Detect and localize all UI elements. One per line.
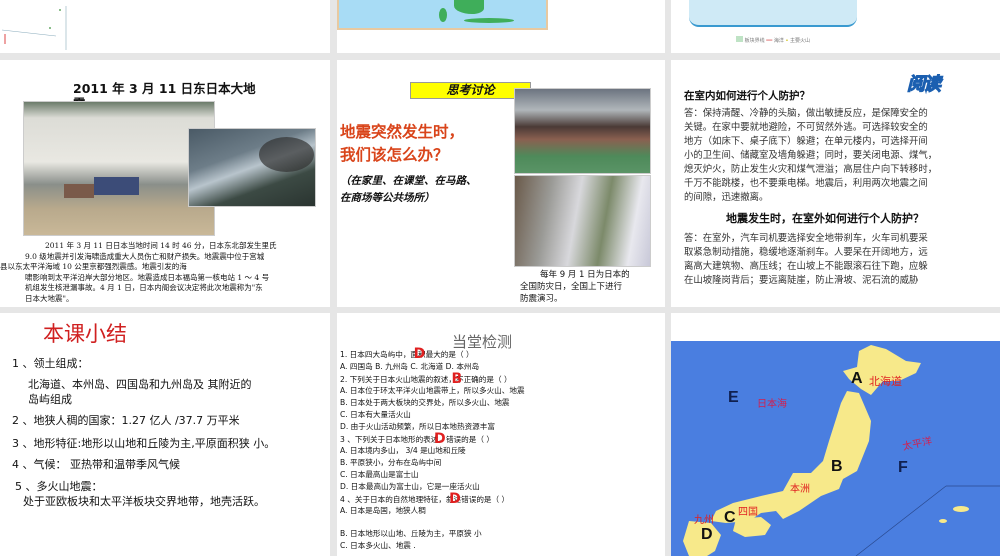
indoor-question: 在室内如何进行个人防护？ xyxy=(684,90,810,102)
quiz-answer: D xyxy=(433,430,446,447)
quiz-line-text: C. 日本有大量活火山 xyxy=(340,409,411,419)
label-shikoku: 四国 xyxy=(738,507,758,518)
quiz-line-text: B. 日本地形以山地、丘陵为主，平原狭 小 xyxy=(340,529,482,539)
quiz-line: 1. 日本四大岛屿中，面积最大的是（ ）D xyxy=(340,346,525,362)
label-honshu: 本洲 xyxy=(790,484,810,495)
slide-thumbnail-discussion[interactable]: 思考讨论 地震突然发生时， 我们该怎么办？ （在家里、在课堂、在马路、 在商场等公共… xyxy=(337,60,665,307)
quiz-questions: 1. 日本四大岛屿中，面积最大的是（ ）D A. 四国岛 B. 九州岛 C. 北海… xyxy=(340,346,525,552)
slide-thumbnail-japan-map[interactable]: A B C D E F 北海道 日本海 太平洋 本洲 四国 九州 xyxy=(671,313,1000,556)
world-plate-map xyxy=(689,0,857,27)
quiz-answer: B xyxy=(451,370,463,387)
quiz-line: B. 日本处于两大板块的交界处，所以多火山、地震 xyxy=(340,397,525,409)
summary-item: 1 、领土组成： xyxy=(12,357,89,370)
label-letter-e: E xyxy=(728,389,739,406)
quiz-line-text: C. 日本多火山、地震 . xyxy=(340,540,416,550)
discussion-subtext: （在家里、在课堂、在马路、 在商场等公共场所） xyxy=(340,175,477,204)
quiz-line: A. 日本是岛国，地狭人稠 xyxy=(340,505,525,517)
quiz-line: A. 日本境内多山， 3/4 是山地和丘陵 xyxy=(340,445,525,457)
quiz-line: B. 平原狭小，分布在岛屿中间 xyxy=(340,457,525,469)
label-kyushu: 九州 xyxy=(694,515,714,526)
label-letter-c: C xyxy=(724,509,736,526)
summary-item: 5 、多火山地震： xyxy=(15,480,103,493)
quiz-line-text: C. 日本最高山是富士山 xyxy=(340,469,419,479)
quiz-line: B. 日本地形以山地、丘陵为主，平原狭 小 xyxy=(340,528,525,540)
summary-item: 北海道、本州岛、四国岛和九州岛及 其附近的 xyxy=(28,378,252,391)
outdoor-answer: 答：在室外，汽车司机要选择安全地带刹车，火车司机要采 取紧急制动措施，稳缓地逐渐刹… xyxy=(684,233,928,286)
label-letter-b: B xyxy=(831,458,843,475)
quiz-line: 3 、下列关于日本地形的表述，错误的是（ ）D xyxy=(340,430,525,447)
label-letter-a: A xyxy=(851,370,863,387)
summary-title: 本课小结 xyxy=(43,322,127,346)
reading-logo: 阅读 xyxy=(907,74,942,96)
summary-item: 4 、气候： 亚热带和温带季风气候 xyxy=(12,458,180,471)
quiz-line: D. 日本最高山为富士山，它是一座活火山 xyxy=(340,481,525,493)
drill-caption: 每年 9 月 1 日为日本的 全国防灾日，全国上下进行 防震演习。 xyxy=(520,270,630,304)
quiz-line-text: 4 、关于日本的自然地理特征，叙述错误的是（ ） xyxy=(340,494,510,504)
quiz-line-text: 3 、下列关于日本地形的表述，错误的是（ ） xyxy=(340,434,494,444)
summary-item: 处于亚欧板块和太平洋板块交界地带，地壳活跃。 xyxy=(23,495,265,508)
discussion-question: 地震突然发生时， 我们该怎么办？ xyxy=(340,122,465,164)
summary-item: 3 、地形特征:地形以山地和丘陵为主,平原面积狭 小。 xyxy=(12,437,276,450)
indoor-answer: 答：保持清醒、冷静的头脑，做出敏捷反应，是保障安全的 关键。在家中要就地避险，不可… xyxy=(684,108,938,203)
classroom-drill-photo xyxy=(514,88,651,174)
quiz-answer: D xyxy=(413,346,426,362)
slide-thumbnail-quiz[interactable]: 当堂检测 1. 日本四大岛屿中，面积最大的是（ ）D A. 四国岛 B. 九州岛 … xyxy=(337,313,665,556)
slide-thumbnail-top-right[interactable]: 板块界线 ══ 海洋 • 主要火山 xyxy=(671,0,1000,53)
nuclear-plant-photo xyxy=(188,128,316,207)
slide-thumbnail-top-left[interactable] xyxy=(0,0,330,53)
evacuation-drill-photo xyxy=(514,175,651,267)
quiz-line: A. 四国岛 B. 九州岛 C. 北海道 D. 本州岛 xyxy=(340,361,525,373)
quiz-line-text: B. 平原狭小，分布在岛屿中间 xyxy=(340,458,442,468)
quiz-line-text: B. 日本处于两大板块的交界处，所以多火山、地震 xyxy=(340,398,510,408)
discussion-banner: 思考讨论 xyxy=(410,82,531,99)
quiz-line-text: D. 由于火山活动频繁，所以日本地热资源丰富 xyxy=(340,421,495,431)
label-letter-f: F xyxy=(898,459,908,476)
label-pacific: 太平洋 xyxy=(901,435,934,453)
map-labels: A B C D E F 北海道 日本海 太平洋 本洲 四国 九州 xyxy=(671,313,1000,556)
southeast-asia-map xyxy=(337,0,548,30)
quiz-answer: D xyxy=(449,490,461,507)
quiz-line: 2. 下列关于日本火山地震的叙述，不正确的是（ ）B xyxy=(340,370,525,387)
quiz-line-text: A. 四国岛 B. 九州岛 C. 北海道 D. 本州岛 xyxy=(340,361,480,371)
quiz-line: D. 由于火山活动频繁，所以日本地热资源丰富 xyxy=(340,421,525,433)
quiz-line-text: D. 日本最高山为富士山，它是一座活火山 xyxy=(340,481,480,491)
quiz-line: 4 、关于日本的自然地理特征，叙述错误的是（ ）D xyxy=(340,490,525,507)
quiz-line: A. 日本位于环太平洋火山地震带上，所以多火山、地震 xyxy=(340,385,525,397)
quiz-line-text: A. 日本境内多山， 3/4 是山地和丘陵 xyxy=(340,446,466,456)
summary-item: 2 、地狭人稠的国家：1.27 亿人 /37.7 万平米 xyxy=(12,414,240,427)
quiz-line: C. 日本多火山、地震 . xyxy=(340,540,525,552)
slide-thumbnail-summary[interactable]: 本课小结 1 、领土组成： 北海道、本州岛、四国岛和九州岛及 其附近的 岛屿组成… xyxy=(0,313,330,556)
map-legend: 板块界线 ══ 海洋 • 主要火山 xyxy=(736,36,810,44)
quiz-line-text: 2. 下列关于日本火山地震的叙述，不正确的是（ ） xyxy=(340,374,512,384)
label-sea-of-japan: 日本海 xyxy=(757,399,787,410)
slide-thumbnail-reading[interactable]: 阅读 在室内如何进行个人防护？ 答：保持清醒、冷静的头脑，做出敏捷反应，是保障安… xyxy=(671,60,1000,307)
label-letter-d: D xyxy=(701,526,713,543)
summary-item: 岛屿组成 xyxy=(28,393,72,406)
outdoor-question: 地震发生时，在室外如何进行个人防护？ xyxy=(726,212,924,225)
label-hokkaido: 北海道 xyxy=(869,376,902,388)
quiz-line-text: 1. 日本四大岛屿中，面积最大的是（ ） xyxy=(340,350,474,359)
tsunami-photo xyxy=(23,101,215,236)
plate-diagram xyxy=(1,6,67,50)
quiz-line: C. 日本有大量活火山 xyxy=(340,409,525,421)
slide-thumbnail-japan-earthquake[interactable]: 2011 年 3 月 11 日东日本大地震 2011 年 3 月 11 日日本当… xyxy=(0,60,330,307)
quiz-line-text: A. 日本位于环太平洋火山地震带上，所以多火山、地震 xyxy=(340,386,525,396)
slide-thumbnail-top-center[interactable] xyxy=(337,0,665,53)
quiz-line: C. 日本最高山是富士山 xyxy=(340,469,525,481)
quiz-line-text: A. 日本是岛国，地狭人稠 xyxy=(340,506,426,516)
slide-caption: 2011 年 3 月 11 日日本当地时间 14 时 46 分，日本东北部发生里… xyxy=(0,241,277,303)
quiz-line xyxy=(340,517,525,528)
